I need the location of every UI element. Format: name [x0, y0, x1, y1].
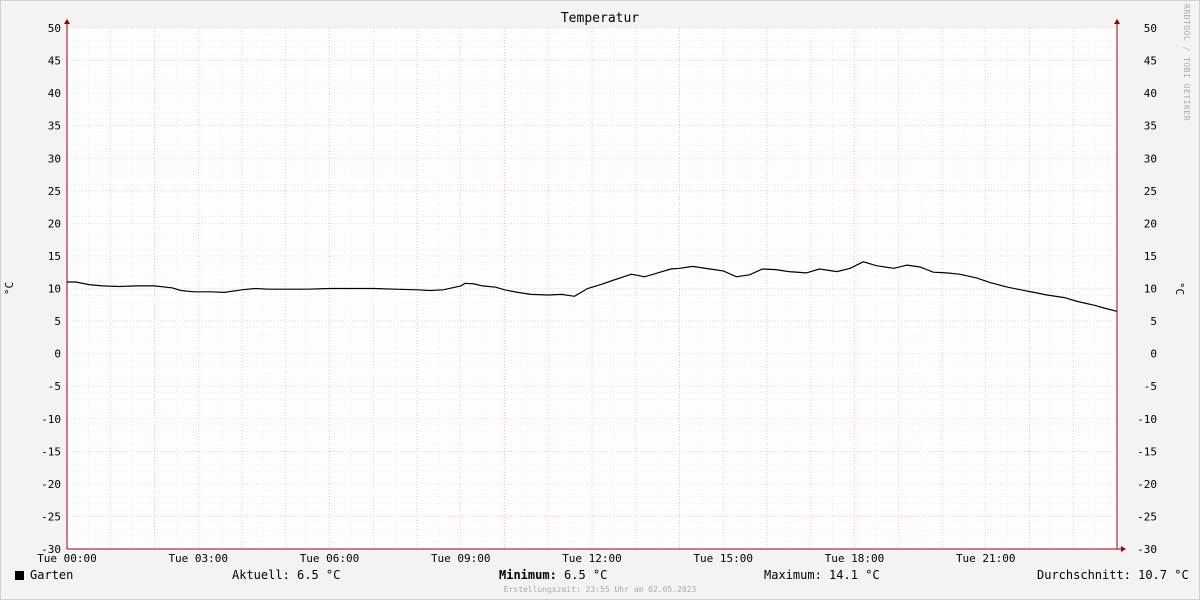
y-tick-label-left: -25 [41, 510, 61, 523]
x-tick-label: Tue 18:00 [825, 552, 885, 565]
y-tick-label-right: 45 [1144, 55, 1157, 68]
legend-series-name: Garten [30, 568, 74, 582]
y-tick-label-right: 50 [1144, 22, 1157, 35]
y-tick-label-left: 5 [54, 315, 61, 328]
y-tick-label-right: -10 [1137, 413, 1157, 426]
temperature-chart: 50 5045 4540 4035 3530 3025 2520 2015 1510 105 50 0… [3, 19, 1186, 565]
y-tick-label-left: 25 [48, 185, 61, 198]
x-tick-label: Tue 15:00 [693, 552, 753, 565]
x-tick-label: Tue 12:00 [562, 552, 622, 565]
y-tick-label-left: 30 [48, 152, 61, 165]
y-tick-label-right: 30 [1144, 152, 1157, 165]
y-tick-label-left: 15 [48, 250, 61, 263]
x-tick-label: Tue 03:00 [168, 552, 228, 565]
y-axis-left-arrow [64, 19, 70, 24]
x-tick-label: Tue 21:00 [956, 552, 1016, 565]
y-tick-label-right: 10 [1144, 283, 1157, 296]
y-tick-label-right: -30 [1137, 543, 1157, 556]
y-tick-label-left: -5 [48, 380, 61, 393]
y-tick-label-right: 15 [1144, 250, 1157, 263]
y-tick-label-left: -15 [41, 445, 61, 458]
y-tick-label-right: 40 [1144, 87, 1157, 100]
y-axis-right-arrow [1114, 19, 1120, 24]
x-tick-label: Tue 09:00 [431, 552, 491, 565]
y-tick-label-left: -10 [41, 413, 61, 426]
y-tick-label-left: 45 [48, 55, 61, 68]
y-tick-label-left: 20 [48, 217, 61, 230]
x-axis-arrow [1121, 546, 1126, 552]
y-tick-label-right: -20 [1137, 478, 1157, 491]
y-axis-label-right: °C [1173, 282, 1186, 295]
y-tick-label-right: -15 [1137, 445, 1157, 458]
y-tick-label-left: 35 [48, 120, 61, 133]
legend-minimum-value: 6.5 °C [556, 568, 608, 582]
y-tick-label-right: 25 [1144, 185, 1157, 198]
legend-series: Garten [15, 568, 73, 582]
y-tick-label-right: 20 [1144, 217, 1157, 230]
y-tick-label-right: 5 [1150, 315, 1157, 328]
y-tick-label-left: 40 [48, 87, 61, 100]
y-tick-label-right: -25 [1137, 510, 1157, 523]
y-tick-label-right: 0 [1150, 348, 1157, 361]
legend-aktuell: Aktuell: 6.5 °C [232, 568, 341, 582]
y-tick-label-left: 10 [48, 283, 61, 296]
legend-durchschnitt: Durchschnitt: 10.7 °C [1037, 568, 1189, 582]
y-tick-label-right: 35 [1144, 120, 1157, 133]
legend-maximum: Maximum: 14.1 °C [764, 568, 880, 582]
y-axis-label-left: °C [3, 282, 16, 295]
y-tick-label-left: 0 [54, 348, 61, 361]
y-tick-label-left: 50 [48, 22, 61, 35]
legend-minimum-label: Minimum: [499, 568, 557, 582]
x-tick-label: Tue 00:00 [37, 552, 97, 565]
legend-swatch [15, 571, 24, 580]
creation-time: Erstellungszeit: 23:55 Uhr am 02.05.2023 [503, 585, 697, 594]
y-tick-label-left: -20 [41, 478, 61, 491]
y-tick-label-right: -5 [1144, 380, 1157, 393]
x-tick-label: Tue 06:00 [300, 552, 360, 565]
legend-minimum: Minimum: 6.5 °C [499, 568, 607, 582]
